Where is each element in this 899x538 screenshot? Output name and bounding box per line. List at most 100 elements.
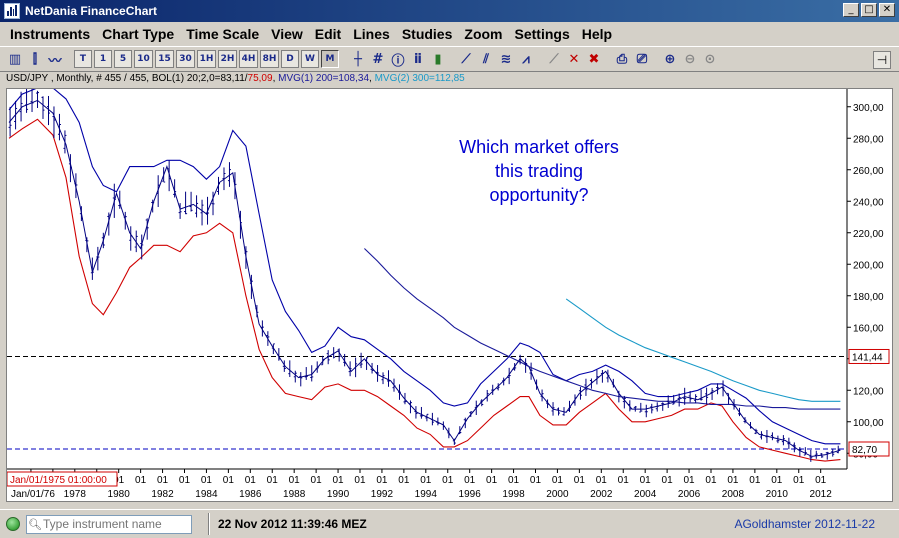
x-tick-label: 01 bbox=[705, 475, 717, 486]
y-tick-label: 180,00 bbox=[853, 292, 884, 303]
timeframe-1min-button[interactable]: 1 bbox=[94, 50, 112, 68]
x-tick-label: 01 bbox=[793, 475, 805, 486]
x-tick-label: 01 bbox=[530, 475, 542, 486]
menu-lines[interactable]: Lines bbox=[347, 23, 396, 45]
menu-edit[interactable]: Edit bbox=[309, 23, 347, 45]
timeframe-tick-button[interactable]: T bbox=[74, 50, 92, 68]
status-bar: 🔍︎ 22 Nov 2012 11:39:46 MEZ AGoldhamster… bbox=[0, 509, 899, 538]
search-icon: 🔍︎ bbox=[28, 518, 42, 531]
menu-time-scale[interactable]: Time Scale bbox=[180, 23, 265, 45]
x-tick-label: 01 bbox=[508, 475, 520, 486]
minimize-button[interactable]: _ bbox=[843, 3, 859, 17]
zoom-in-icon[interactable]: ⊕ bbox=[661, 50, 679, 68]
x-tick-label: 01 bbox=[332, 475, 344, 486]
print-icon[interactable]: ⎙ bbox=[613, 50, 631, 68]
x-year-label: 2010 bbox=[766, 489, 789, 500]
parallel-lines-icon[interactable]: ⩘ bbox=[517, 50, 535, 68]
x-tick-label: 01 bbox=[464, 475, 476, 486]
instrument-search-input[interactable] bbox=[43, 517, 189, 531]
timeframe-4h-button[interactable]: 4H bbox=[239, 50, 258, 68]
timeframe-15min-button[interactable]: 15 bbox=[155, 50, 174, 68]
x-tick-label: 01 bbox=[727, 475, 739, 486]
close-button[interactable]: ✕ bbox=[879, 3, 895, 17]
maximize-button[interactable]: □ bbox=[861, 3, 877, 17]
menu-settings[interactable]: Settings bbox=[509, 23, 576, 45]
chart-legend: USD/JPY , Monthly, # 455 / 455, BOL(1) 2… bbox=[6, 73, 465, 87]
y-tick-label: 220,00 bbox=[853, 229, 884, 240]
price-tag-upper: 141,44 bbox=[852, 352, 883, 363]
bar-chart-type-icon[interactable]: ▥ bbox=[6, 50, 24, 68]
x-tick-label: 01 bbox=[420, 475, 432, 486]
x-year-label: 2012 bbox=[810, 489, 833, 500]
x-year-label: 1996 bbox=[459, 489, 482, 500]
fibonacci-icon[interactable]: ≋ bbox=[497, 50, 515, 68]
x-tick-label: 01 bbox=[267, 475, 279, 486]
x-tick-label: 01 bbox=[749, 475, 761, 486]
grid-icon[interactable]: # bbox=[369, 50, 387, 68]
timeframe-30min-button[interactable]: 30 bbox=[176, 50, 195, 68]
title-bar: NetDania FinanceChart _ □ ✕ bbox=[0, 0, 899, 22]
timeframe-5min-button[interactable]: 5 bbox=[114, 50, 132, 68]
x-year-label: 2002 bbox=[590, 489, 613, 500]
x-year-label: 1994 bbox=[415, 489, 438, 500]
x-year-label: 2006 bbox=[678, 489, 701, 500]
chart-svg[interactable]: 300,00 280,00 260,00 240,00 220,00 200,00 180,… bbox=[7, 89, 892, 501]
delete-icon[interactable]: ✕ bbox=[565, 50, 583, 68]
x-tick-label: 01 bbox=[486, 475, 498, 486]
instrument-search[interactable]: 🔍︎ bbox=[26, 514, 192, 534]
x-year-label: 1986 bbox=[239, 489, 262, 500]
x-tick-label: 01 bbox=[376, 475, 388, 486]
menu-zoom[interactable]: Zoom bbox=[458, 23, 508, 45]
x-tick-label: 01 bbox=[640, 475, 652, 486]
candle-chart-type-icon[interactable]: ⫿ bbox=[26, 50, 44, 68]
x-tick-label: 01 bbox=[311, 475, 323, 486]
legend-mvg300: MVG(2) 300=112,85 bbox=[374, 73, 465, 84]
info-icon[interactable]: ⓘ bbox=[389, 50, 407, 69]
annotation-line: Which market offers bbox=[459, 137, 619, 157]
pin-icon[interactable]: ⊣ bbox=[873, 51, 891, 69]
price-line bbox=[8, 99, 841, 457]
studies-icon[interactable]: ⅱ bbox=[409, 50, 427, 68]
zoom-out-icon[interactable]: ⊖ bbox=[681, 50, 699, 68]
x-tick-label: 01 bbox=[157, 475, 169, 486]
y-tick-label: 240,00 bbox=[853, 197, 884, 208]
menu-view[interactable]: View bbox=[265, 23, 309, 45]
delete-all-icon[interactable]: ✖ bbox=[585, 50, 603, 68]
status-credit: AGoldhamster 2012-11-22 bbox=[734, 517, 875, 531]
menu-help[interactable]: Help bbox=[576, 23, 618, 45]
price-tag-lower: 82,70 bbox=[852, 445, 877, 456]
zoom-reset-icon[interactable]: ⊙ bbox=[701, 50, 719, 68]
menu-studies[interactable]: Studies bbox=[396, 23, 459, 45]
crosshair-icon[interactable]: ┼ bbox=[349, 50, 367, 68]
legend-instrument: USD/JPY , Monthly, # 455 / 455, BOL(1) 2… bbox=[6, 73, 248, 84]
x-year-label: 2004 bbox=[634, 489, 657, 500]
app-chart-icon bbox=[4, 3, 20, 19]
line-chart-type-icon[interactable]: 〰 bbox=[46, 50, 64, 69]
volume-icon[interactable]: ▮ bbox=[429, 50, 447, 68]
timeframe-weekly-button[interactable]: W bbox=[301, 50, 319, 68]
trendline-icon[interactable]: ⟋ bbox=[457, 50, 475, 68]
chart-area[interactable]: 300,00 280,00 260,00 240,00 220,00 200,00 180,… bbox=[6, 88, 893, 502]
x-tick-label: 01 bbox=[574, 475, 586, 486]
print-preview-icon[interactable]: ⎚ bbox=[633, 50, 651, 68]
status-datetime: 22 Nov 2012 11:39:46 MEZ bbox=[218, 517, 367, 531]
menu-bar: Instruments Chart Type Time Scale View E… bbox=[0, 23, 899, 45]
y-tick-label: 160,00 bbox=[853, 323, 884, 334]
menu-chart-type[interactable]: Chart Type bbox=[96, 23, 180, 45]
x-year-label: 1984 bbox=[195, 489, 218, 500]
timeframe-10min-button[interactable]: 10 bbox=[134, 50, 153, 68]
y-tick-label: 260,00 bbox=[853, 166, 884, 177]
bollinger-lower-line bbox=[8, 118, 841, 462]
toolbar: ▥ ⫿ 〰 T 1 5 10 15 30 1H 2H 4H 8H D W M ┼… bbox=[0, 46, 899, 72]
timeframe-8h-button[interactable]: 8H bbox=[260, 50, 279, 68]
timeframe-monthly-button[interactable]: M bbox=[321, 50, 339, 68]
menu-instruments[interactable]: Instruments bbox=[4, 23, 96, 45]
timeframe-2h-button[interactable]: 2H bbox=[218, 50, 237, 68]
x-tick-label: 01 bbox=[442, 475, 454, 486]
delete-line-icon[interactable]: ⟋ bbox=[545, 50, 563, 68]
cursor-date-label: Jan/01/1975 01:00:00 bbox=[10, 475, 107, 486]
x-tick-label: 01 bbox=[618, 475, 630, 486]
channel-icon[interactable]: ⫽ bbox=[477, 50, 495, 68]
timeframe-1h-button[interactable]: 1H bbox=[197, 50, 216, 68]
timeframe-daily-button[interactable]: D bbox=[281, 50, 299, 68]
